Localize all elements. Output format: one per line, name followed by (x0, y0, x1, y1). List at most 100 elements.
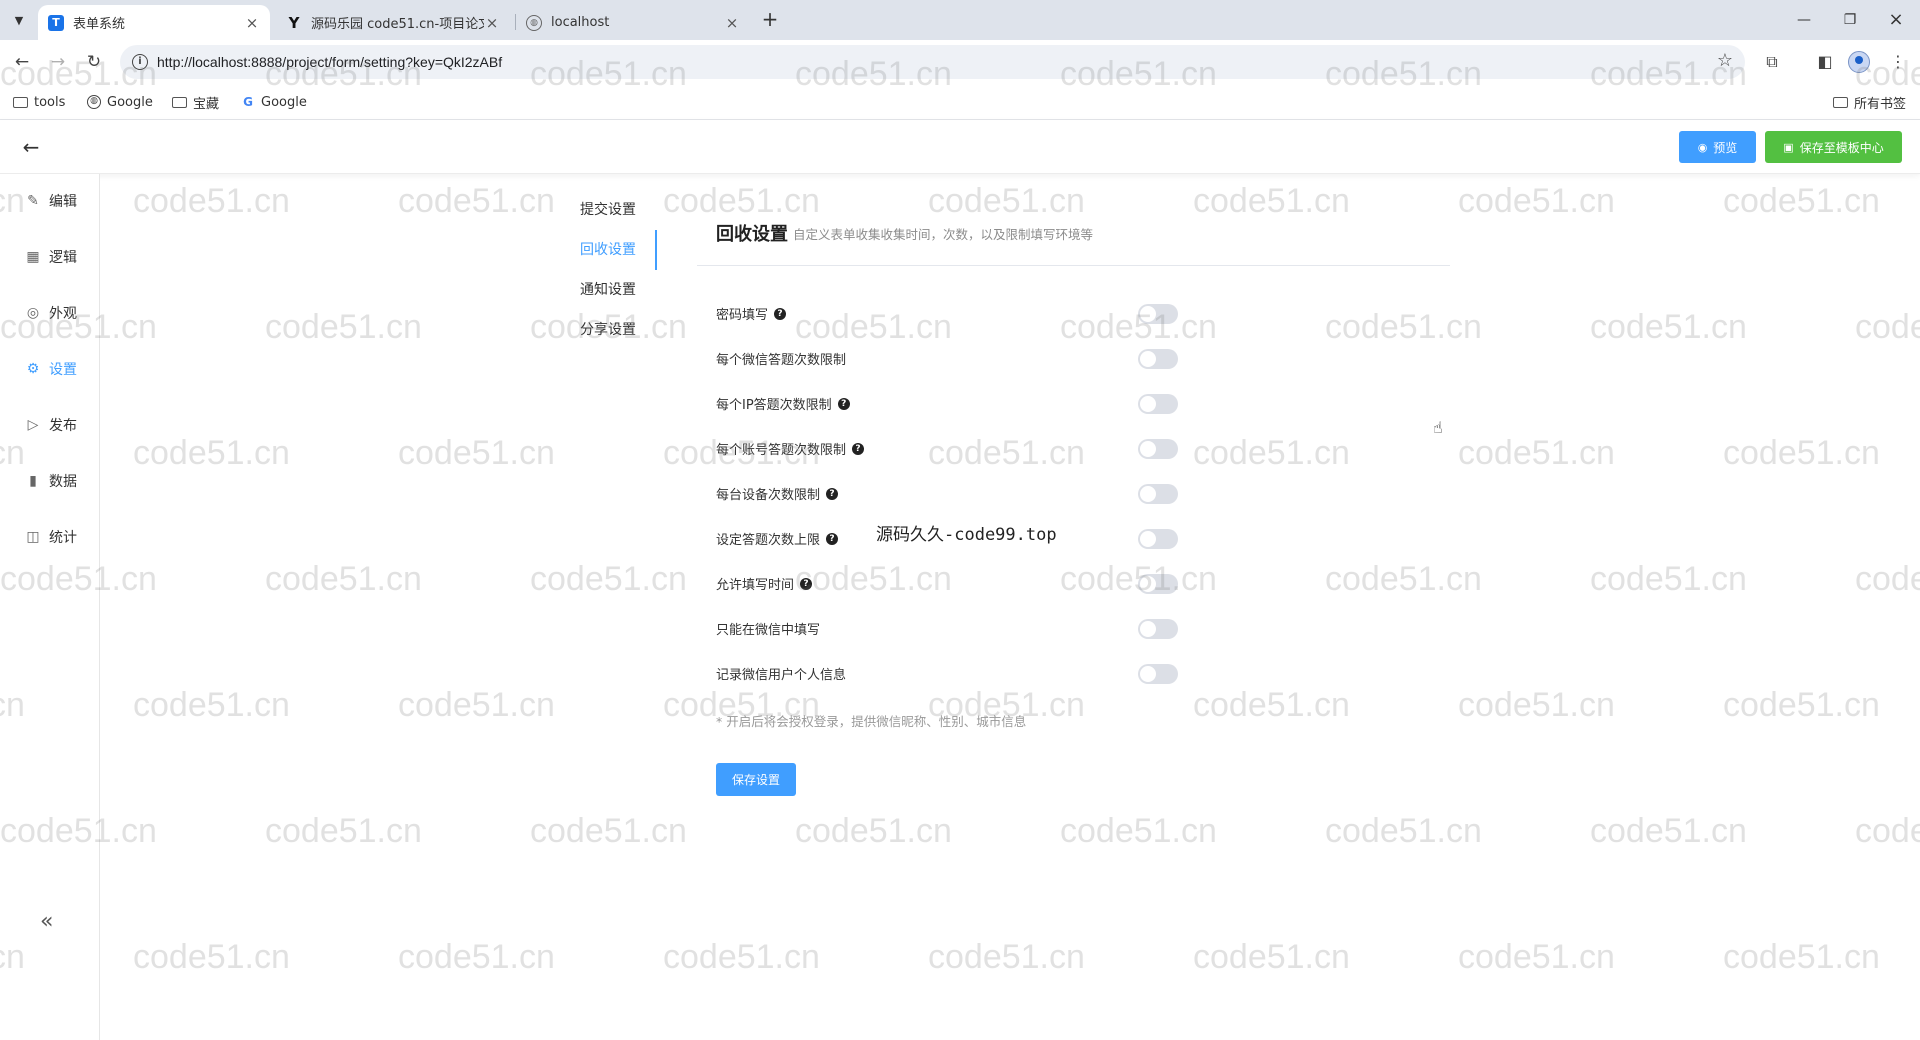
help-icon[interactable]: ? (826, 532, 839, 545)
more-menu-icon[interactable]: ⋮ (1886, 50, 1910, 74)
divider (697, 265, 1450, 266)
window-close-icon[interactable]: × (1884, 8, 1908, 32)
wechat-only-toggle[interactable] (1138, 619, 1178, 639)
save-settings-button[interactable]: 保存设置 (716, 763, 796, 796)
watermark-text: code51.cn (1458, 434, 1615, 472)
save-to-template-button[interactable]: ▣ 保存至模板中心 (1765, 131, 1902, 163)
site-info-icon[interactable]: i (132, 54, 148, 70)
side-panel-icon[interactable]: ◧ (1813, 50, 1837, 74)
watermark-text: code51.cn (1855, 812, 1920, 850)
row-label: 每台设备次数限制 (716, 488, 821, 503)
watermark-text: code51.cn (928, 182, 1085, 220)
submenu-notify-settings[interactable]: 通知设置 (560, 270, 657, 310)
minimize-icon[interactable]: — (1792, 8, 1816, 32)
row-label: 只能在微信中填写 (716, 623, 821, 638)
bookmark-google-2[interactable]: G Google (241, 92, 307, 112)
forward-icon[interactable]: → (46, 50, 70, 74)
help-icon[interactable]: ? (774, 307, 787, 320)
close-icon[interactable]: × (244, 14, 260, 32)
overlay-watermark-text: 源码久久-code99.top (876, 525, 1057, 545)
password-toggle[interactable] (1138, 304, 1178, 324)
fill-time-toggle[interactable] (1138, 574, 1178, 594)
sidebar-item-settings[interactable]: ⚙ 设置 (24, 358, 77, 380)
stats-icon: ◫ (26, 529, 40, 545)
watermark-text: code51.cn (265, 560, 422, 598)
sidebar-item-edit[interactable]: ✎ 编辑 (24, 190, 77, 212)
browser-tab-code51[interactable]: Y 源码乐园 code51.cn-项目论文 × (276, 5, 510, 40)
sidebar-item-appearance[interactable]: ◎ 外观 (24, 302, 77, 324)
row-password: 密码填写 ? (716, 304, 787, 323)
watermark-text: code51.cn (133, 686, 290, 724)
bookmark-star-icon[interactable]: ☆ (1717, 50, 1733, 71)
row-wechat-only: 只能在微信中填写 (716, 619, 820, 638)
row-answer-cap: 设定答题次数上限 ? (716, 529, 839, 548)
folder-icon (172, 96, 187, 108)
sidebar-item-data[interactable]: ▮ 数据 (24, 470, 77, 492)
restore-icon[interactable]: ❐ (1838, 8, 1862, 32)
form-system-favicon-icon: T (48, 14, 64, 31)
watermark-text: code51.cn (398, 938, 555, 976)
row-label: 每个账号答题次数限制 (716, 443, 847, 458)
page-description: 自定义表单收集收集时间，次数，以及限制填写环境等 (793, 227, 1094, 242)
sidebar-item-logic[interactable]: ▦ 逻辑 (24, 246, 77, 268)
profile-avatar-icon[interactable] (1848, 51, 1870, 73)
browser-tab-form-system[interactable]: T 表单系统 × (38, 5, 270, 40)
account-limit-toggle[interactable] (1138, 439, 1178, 459)
new-tab-button[interactable]: + (758, 8, 782, 32)
sidebar-item-label: 设置 (49, 362, 77, 378)
bookmark-tools[interactable]: tools (13, 92, 65, 112)
watermark-text: code51.cn (1193, 938, 1350, 976)
row-ip-limit: 每个IP答题次数限制 ? (716, 394, 850, 413)
tab-title: 表单系统 (73, 17, 126, 32)
close-icon[interactable]: × (724, 14, 740, 32)
bookmark-label: tools (34, 94, 66, 110)
url-text[interactable]: http://localhost:8888/project/form/setti… (157, 54, 502, 70)
tab-list-chevron-icon[interactable]: ▼ (8, 9, 30, 31)
back-arrow-icon[interactable]: ← (18, 134, 44, 160)
extensions-icon[interactable]: ⧉ (1760, 50, 1784, 74)
record-wechat-info-toggle[interactable] (1138, 664, 1178, 684)
answer-cap-toggle[interactable] (1138, 529, 1178, 549)
all-bookmarks[interactable]: 所有书签 (1833, 92, 1906, 112)
sidebar-item-label: 逻辑 (49, 250, 77, 266)
preview-button[interactable]: ◉ 预览 (1679, 131, 1756, 163)
wechat-limit-toggle[interactable] (1138, 349, 1178, 369)
preview-label: 预览 (1713, 140, 1738, 155)
sidebar-item-label: 统计 (49, 530, 77, 546)
row-label: 记录微信用户个人信息 (716, 668, 847, 683)
address-bar[interactable]: i http://localhost:8888/project/form/set… (120, 45, 1745, 79)
row-label: 设定答题次数上限 (716, 533, 821, 548)
close-icon[interactable]: × (484, 14, 500, 32)
reload-icon[interactable]: ↻ (82, 50, 106, 74)
submenu-collect-settings[interactable]: 回收设置 (560, 230, 657, 270)
ip-limit-toggle[interactable] (1138, 394, 1178, 414)
browser-tab-localhost[interactable]: ◍ localhost × (516, 5, 750, 40)
watermark-text: code51.cn (1723, 434, 1880, 472)
folder-icon (13, 96, 28, 108)
watermark-text: code51.cn (1193, 182, 1350, 220)
collapse-sidebar-icon[interactable]: « (40, 909, 53, 934)
bookmark-treasure[interactable]: 宝藏 (172, 92, 219, 112)
watermark-text: code51.cn (1458, 686, 1615, 724)
back-icon[interactable]: ← (10, 50, 34, 74)
submenu-share-settings[interactable]: 分享设置 (560, 310, 657, 350)
y-logo-favicon-icon: Y (288, 13, 300, 32)
sidebar-item-stats[interactable]: ◫ 统计 (24, 526, 77, 548)
help-icon[interactable]: ? (852, 442, 865, 455)
help-icon[interactable]: ? (826, 487, 839, 500)
folder-icon (1833, 96, 1848, 108)
all-bookmarks-label: 所有书签 (1854, 96, 1907, 112)
watermark-text: code51.cn (1590, 560, 1747, 598)
submenu-submit-settings[interactable]: 提交设置 (560, 190, 657, 230)
help-icon[interactable]: ? (837, 397, 850, 410)
row-fill-time: 允许填写时间 ? (716, 574, 813, 593)
bookmark-google-1[interactable]: ◍ Google (87, 92, 153, 112)
tab-title: localhost (551, 15, 610, 30)
device-limit-toggle[interactable] (1138, 484, 1178, 504)
watermark-text: code51.cn (1458, 938, 1615, 976)
sidebar-item-publish[interactable]: ▷ 发布 (24, 414, 77, 436)
watermark-text: code51.cn (1855, 560, 1920, 598)
row-label: 每个微信答题次数限制 (716, 353, 847, 368)
watermark-text: code51.cn (1193, 686, 1350, 724)
help-icon[interactable]: ? (800, 577, 813, 590)
